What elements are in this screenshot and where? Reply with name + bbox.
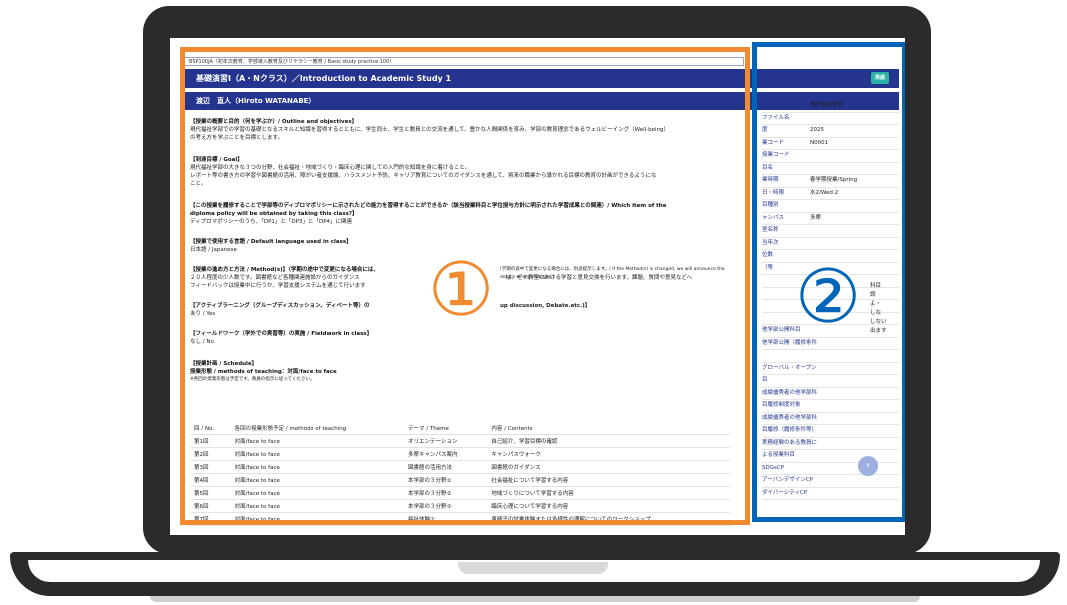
annotation-number-2: ② <box>794 254 862 340</box>
syllabus-page: BSP100JA（初年次教育、学部導入教育及びリテラシー教育 / Basic s… <box>170 38 905 535</box>
laptop-notch <box>458 562 608 574</box>
screen: BSP100JA（初年次教育、学部導入教育及びリテラシー教育 / Basic s… <box>170 38 905 535</box>
laptop-foot <box>150 596 920 602</box>
next-page-button[interactable]: › <box>858 456 878 476</box>
annotation-number-1: ① <box>427 247 495 333</box>
